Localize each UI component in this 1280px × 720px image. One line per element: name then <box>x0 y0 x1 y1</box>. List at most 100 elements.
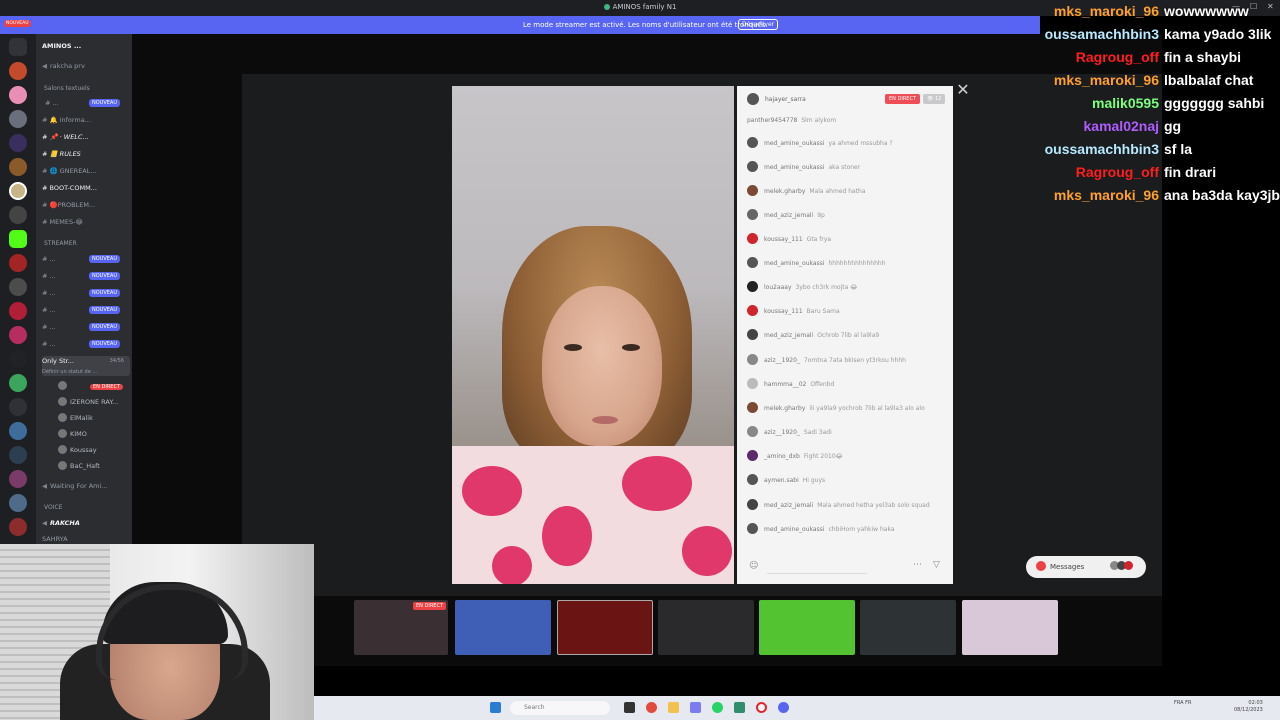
text-channel-4[interactable]: # 📒 RULES <box>42 148 130 160</box>
channel-label: # ... <box>42 340 56 348</box>
chat-text: hhhhhhhhhhhhhhh <box>828 260 886 267</box>
text-channel-2[interactable]: # 🔔 informa... <box>42 114 130 126</box>
chrome-icon[interactable] <box>646 702 657 713</box>
folder-icon[interactable] <box>668 702 679 713</box>
text-channel-8[interactable]: # MEMES-😂 <box>42 216 130 228</box>
server-icon-kick[interactable] <box>9 230 27 248</box>
server-icon-1[interactable] <box>9 62 27 80</box>
server-icon-14[interactable] <box>9 374 27 392</box>
server-icon-13[interactable] <box>9 350 27 368</box>
text-channel-6[interactable]: # BOOT-COMM... <box>42 182 130 194</box>
whatsapp-icon[interactable] <box>712 702 723 713</box>
voice-user-5[interactable]: Koussay <box>58 443 97 457</box>
stream-thumbnails: EN DIRECT <box>314 596 1162 666</box>
pattern-shape <box>542 506 592 566</box>
chat-user: melek.gharby <box>764 405 806 412</box>
overlay-chat-line: mks_maroki_96 ana ba3da kay3jb <box>1031 184 1280 206</box>
viewer-count: 👁 12 <box>923 94 946 104</box>
server-icon-20[interactable] <box>9 518 27 536</box>
app-icon[interactable] <box>690 702 701 713</box>
search-placeholder: Search <box>524 704 545 711</box>
streamer-channel-5[interactable]: # ... NOUVEAU <box>42 321 130 333</box>
channel-top[interactable]: ◀ rakcha prv <box>42 60 130 72</box>
server-icon-10[interactable] <box>9 278 27 296</box>
text-channel-7[interactable]: # 🔴PROBLEM... <box>42 199 130 211</box>
server-icon-19[interactable] <box>9 494 27 512</box>
taskview-icon[interactable] <box>624 702 635 713</box>
thumb-cartoon[interactable] <box>860 600 956 655</box>
server-name-header[interactable]: AMINOS ... <box>42 40 130 52</box>
text-channel-5[interactable]: # 🌐 GNEREAL... <box>42 165 130 177</box>
server-icon-5[interactable] <box>9 158 27 176</box>
server-icon-3[interactable] <box>9 110 27 128</box>
tray-lang[interactable]: FRA FR <box>1174 700 1192 707</box>
new-badge: NOUVEAU <box>89 255 120 263</box>
voice-user-3[interactable]: ElMalik <box>58 411 93 425</box>
server-icon-12[interactable] <box>9 326 27 344</box>
windows-start-icon[interactable] <box>490 702 501 713</box>
channel-label: Only Str... <box>42 357 74 365</box>
category-voice[interactable]: VOICE <box>44 504 62 511</box>
server-icon-18[interactable] <box>9 470 27 488</box>
chat-message: med_amine_oukassi ya ahmed mssubha ? <box>747 137 947 151</box>
thumb-dark[interactable] <box>658 600 754 655</box>
chat-message: koussay_111 Gta frya <box>747 233 947 247</box>
chat-input[interactable] <box>767 561 867 574</box>
server-icon-15[interactable] <box>9 398 27 416</box>
server-icon-11[interactable] <box>9 302 27 320</box>
channel-label: # ... <box>42 289 56 297</box>
voice-channel-only-str[interactable]: Only Str... 34/56 Définir un statut de ..… <box>42 356 130 376</box>
server-icon-16[interactable] <box>9 422 27 440</box>
chat-user: _amino_dxb <box>764 453 800 460</box>
thumb-kick[interactable] <box>759 600 855 655</box>
thumb-red[interactable] <box>557 600 653 655</box>
streamer-channel-3[interactable]: # ... NOUVEAU <box>42 287 130 299</box>
chat-message: hammma__02 Offenbd <box>747 378 947 392</box>
voice-user-1[interactable]: EN DIRECT <box>58 379 123 393</box>
text-channel-3[interactable]: # 📌 · WELC... <box>42 131 130 143</box>
voice-user-6[interactable]: BaC_Haft <box>58 459 100 473</box>
chat-user: hammma__02 <box>764 381 807 388</box>
voice-user-4[interactable]: KIMO <box>58 427 87 441</box>
streamer-channel-6[interactable]: # ... NOUVEAU <box>42 338 130 350</box>
server-icon-aminos[interactable] <box>9 182 27 200</box>
opera-icon[interactable] <box>756 702 767 713</box>
server-icon-dm[interactable] <box>9 38 27 56</box>
thumb-anime[interactable] <box>962 600 1058 655</box>
chat-text: Ochrob 7lib al la9la9 <box>817 332 880 339</box>
streamer-channel-1[interactable]: # ... NOUVEAU <box>42 253 130 265</box>
disable-streamer-mode-button[interactable]: Désactiver <box>738 19 779 30</box>
voice-channel-rakcha[interactable]: ◀ RAKCHA <box>42 517 130 529</box>
category-streamer[interactable]: STREAMER <box>44 240 77 247</box>
server-icon-7[interactable] <box>9 206 27 224</box>
text-channel-1[interactable]: # ... NOUVEAU <box>42 97 130 109</box>
chat-user: med_amine_oukassi <box>764 260 825 267</box>
streamer-channel-4[interactable]: # ... NOUVEAU <box>42 304 130 316</box>
messages-button[interactable]: Messages <box>1026 556 1146 578</box>
tray-clock[interactable]: 02:03 08/12/2023 <box>1234 700 1263 714</box>
server-icon-9[interactable] <box>9 254 27 272</box>
category-text-channels[interactable]: Salons textuels <box>44 85 90 92</box>
more-icon[interactable]: ⋯ <box>913 560 922 570</box>
tray-date: 08/12/2023 <box>1234 707 1263 713</box>
message-avatars <box>1110 561 1133 572</box>
streamer-channel-2[interactable]: # ... NOUVEAU <box>42 270 130 282</box>
thumb-hajayer[interactable]: EN DIRECT <box>354 600 448 655</box>
chat-text: Slm alykom <box>801 117 837 124</box>
close-icon[interactable]: ✕ <box>955 82 971 98</box>
pattern-shape <box>462 466 522 516</box>
emoji-icon[interactable]: ☺ <box>749 561 758 571</box>
chat-message: med_aziz_jemali Mala ahmed hetha yel3ab s… <box>747 499 947 513</box>
chat-message: panther9454778 Slm alykom <box>747 114 947 128</box>
discord-icon[interactable] <box>778 702 789 713</box>
server-icon-2[interactable] <box>9 86 27 104</box>
thumb-blue[interactable] <box>455 600 551 655</box>
stream-video[interactable] <box>452 86 734 584</box>
voice-channel-waiting[interactable]: ◀ Waiting For Ami... <box>42 480 130 492</box>
server-icon-4[interactable] <box>9 134 27 152</box>
server-icon-17[interactable] <box>9 446 27 464</box>
taskbar-search[interactable]: Search <box>510 701 610 715</box>
app-icon[interactable] <box>734 702 745 713</box>
send-icon[interactable]: ▽ <box>933 560 940 570</box>
voice-user-2[interactable]: IZERONE RAY... <box>58 395 118 409</box>
